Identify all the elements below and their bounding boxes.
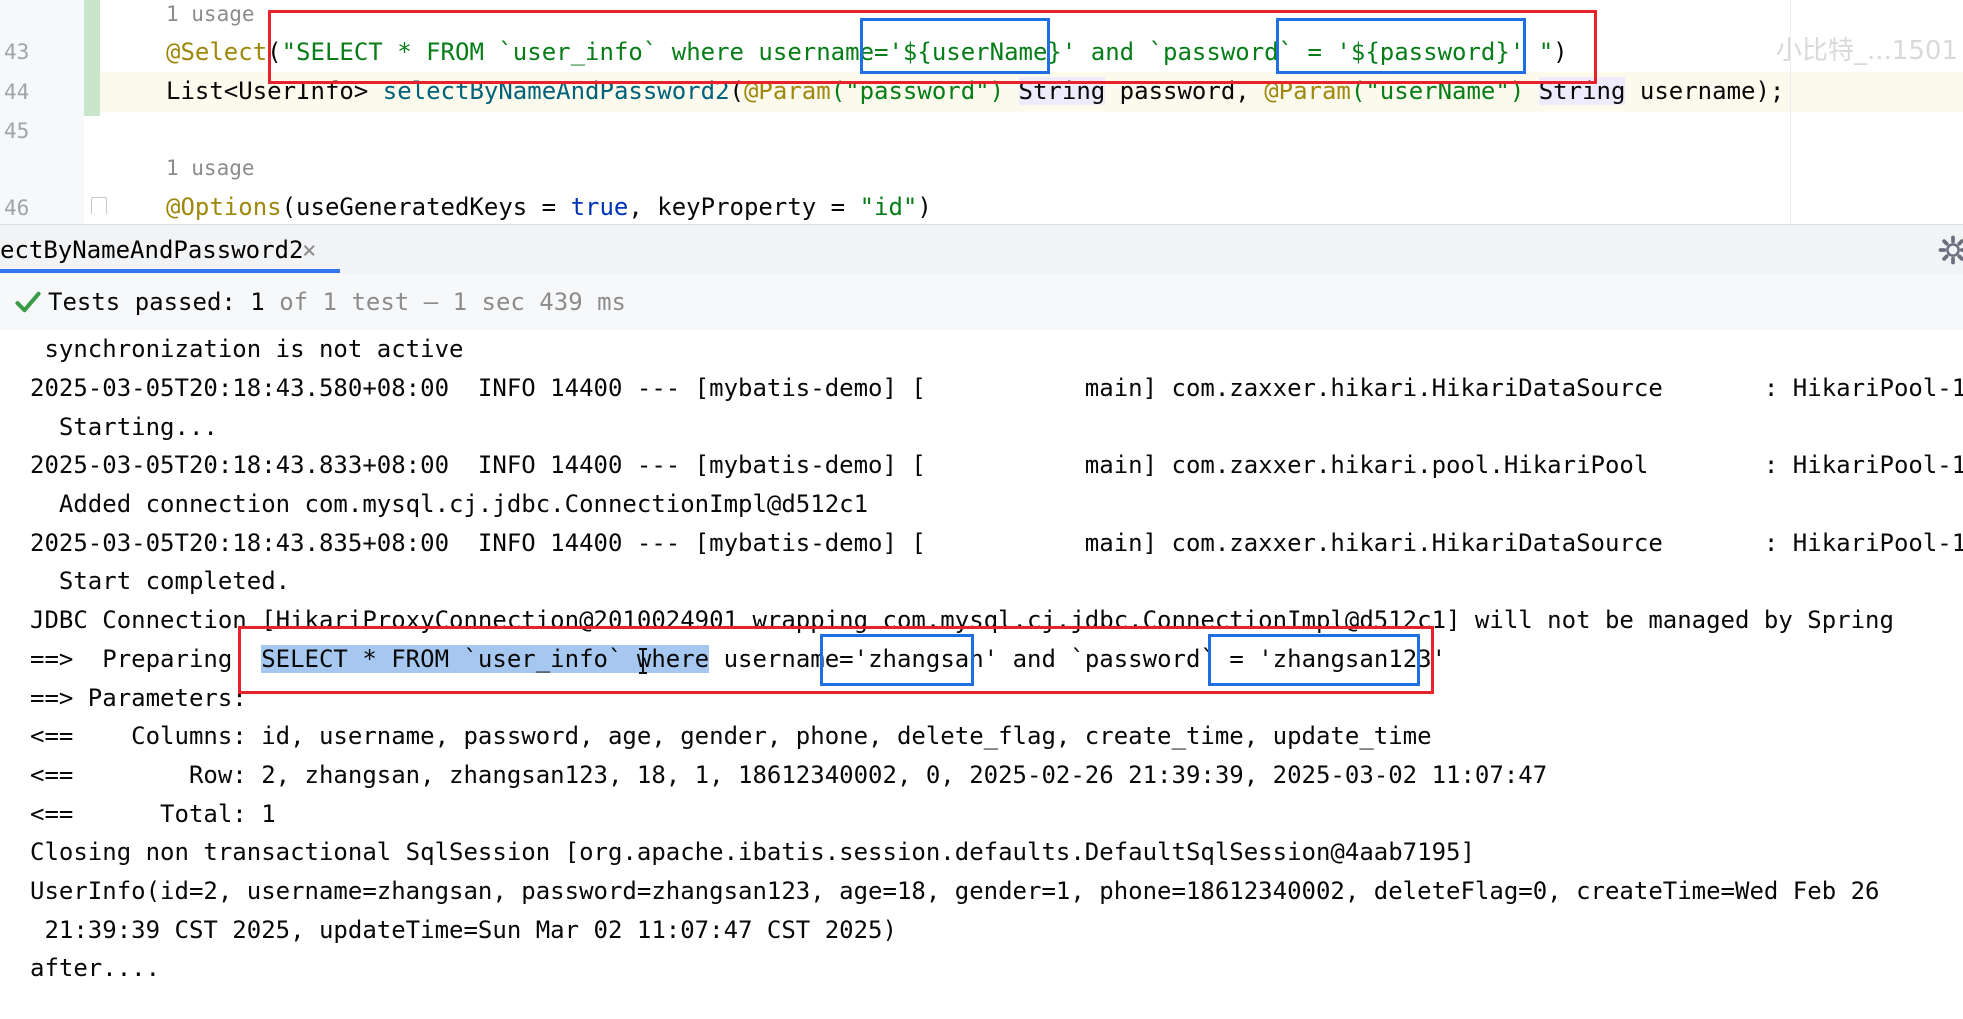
blue-highlight-box xyxy=(820,634,974,686)
console-line: after.... xyxy=(30,954,161,982)
keyword-true: true xyxy=(570,193,629,221)
console-line: <== Total: 1 xyxy=(30,800,276,828)
code-editor[interactable]: 小比特_...1501 43 44 45 46 1 usage @Select (… xyxy=(0,0,1963,224)
console-line: synchronization is not active xyxy=(30,335,464,363)
active-tab-indicator xyxy=(0,269,340,273)
blue-highlight-box xyxy=(1208,634,1420,686)
status-of: of xyxy=(264,288,323,316)
blue-highlight-box xyxy=(860,18,1050,74)
console-line: ==> Parameters: xyxy=(30,684,262,712)
test-status-bar: Tests passed: 1 of 1 test – 1 sec 439 ms xyxy=(0,274,1963,331)
console-line: 21:39:39 CST 2025, updateTime=Sun Mar 02… xyxy=(30,916,897,944)
console-line: <== Columns: id, username, password, age… xyxy=(30,722,1432,750)
status-time: – 1 sec 439 ms xyxy=(409,288,626,316)
check-icon xyxy=(15,291,41,313)
line-number: 43 xyxy=(4,40,30,64)
console-line: Starting... xyxy=(30,413,218,441)
status-total: 1 test xyxy=(322,288,410,316)
run-tab[interactable]: ectByNameAndPassword2 × xyxy=(0,225,340,275)
console-line: Start completed. xyxy=(30,567,291,595)
console-line: Added connection com.mysql.cj.jdbc.Conne… xyxy=(30,490,869,518)
annotation-options: @Options xyxy=(166,193,282,221)
line-number-gutter xyxy=(0,0,84,224)
code-text: ) xyxy=(917,193,932,221)
watermark: 小比特_...1501 xyxy=(1776,36,1958,66)
line-number: 45 xyxy=(4,119,30,143)
run-tool-window-tabbar: ectByNameAndPassword2 × xyxy=(0,224,1963,275)
usage-hint[interactable]: 1 usage xyxy=(166,152,255,184)
blue-highlight-box xyxy=(1276,18,1526,74)
string-id: "id" xyxy=(859,193,918,221)
usage-hint[interactable]: 1 usage xyxy=(166,0,255,30)
line-number: 44 xyxy=(4,80,30,104)
gear-icon[interactable] xyxy=(1938,235,1963,265)
console-line: <== Row: 2, zhangsan, zhangsan123, 18, 1… xyxy=(30,761,1548,789)
console-line: 2025-03-05T20:18:43.833+08:00 INFO 14400… xyxy=(30,451,1963,479)
text-cursor-icon xyxy=(639,648,647,674)
console-line: 2025-03-05T20:18:43.580+08:00 INFO 14400… xyxy=(30,374,1963,402)
test-status-text: Tests passed: 1 of 1 test – 1 sec 439 ms xyxy=(48,286,626,318)
line-number: 46 xyxy=(4,196,30,220)
run-tab-label: ectByNameAndPassword2 xyxy=(0,236,304,264)
status-count: 1 xyxy=(250,288,265,316)
status-label: Tests passed: xyxy=(48,288,251,316)
code-line-46[interactable]: @Options(useGeneratedKeys = true, keyPro… xyxy=(166,191,932,223)
preparing-prefix: ==> Preparing: xyxy=(30,645,262,673)
param-variable: username); xyxy=(1625,77,1785,105)
vcs-change-marker xyxy=(84,0,100,116)
code-text: (useGeneratedKeys = xyxy=(281,193,571,221)
console-line: UserInfo(id=2, username=zhangsan, passwo… xyxy=(30,877,1880,905)
console-line: Closing non transactional SqlSession [or… xyxy=(30,838,1475,866)
code-text: , keyProperty = xyxy=(628,193,860,221)
fold-marker-icon[interactable] xyxy=(91,197,107,214)
console-line: 2025-03-05T20:18:43.835+08:00 INFO 14400… xyxy=(30,529,1963,557)
close-icon[interactable]: × xyxy=(302,225,316,275)
annotation-select: @Select xyxy=(166,38,268,66)
